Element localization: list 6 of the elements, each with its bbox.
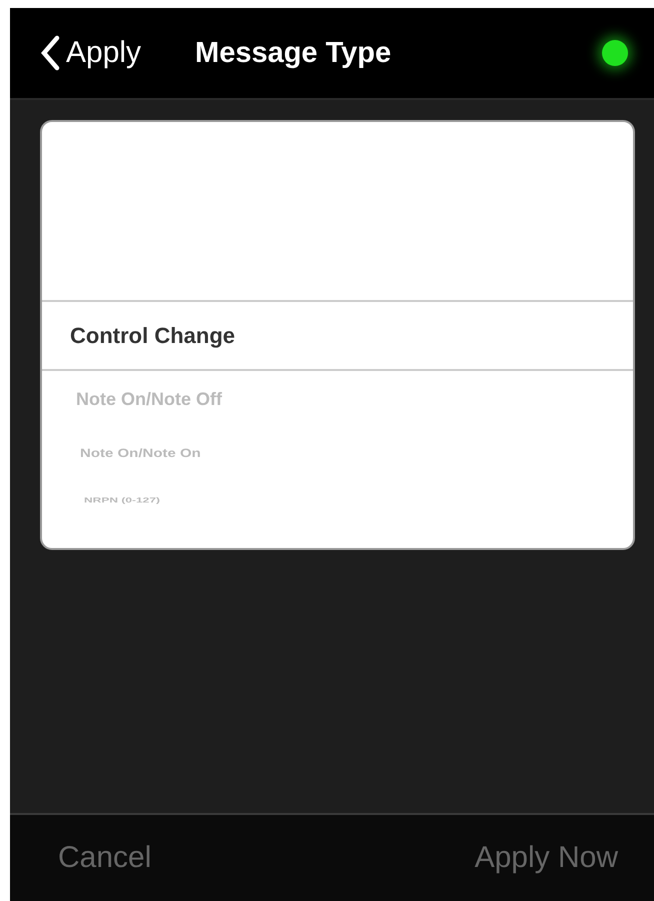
picker-option[interactable]: Note On/Note On: [80, 446, 201, 460]
back-button[interactable]: Apply: [40, 35, 142, 71]
window-title: Message Type: [195, 36, 392, 70]
picker-option[interactable]: Control Change: [70, 322, 235, 348]
picker-option[interactable]: Note On/Note Off: [76, 388, 222, 410]
chevron-left-icon: [40, 35, 60, 71]
